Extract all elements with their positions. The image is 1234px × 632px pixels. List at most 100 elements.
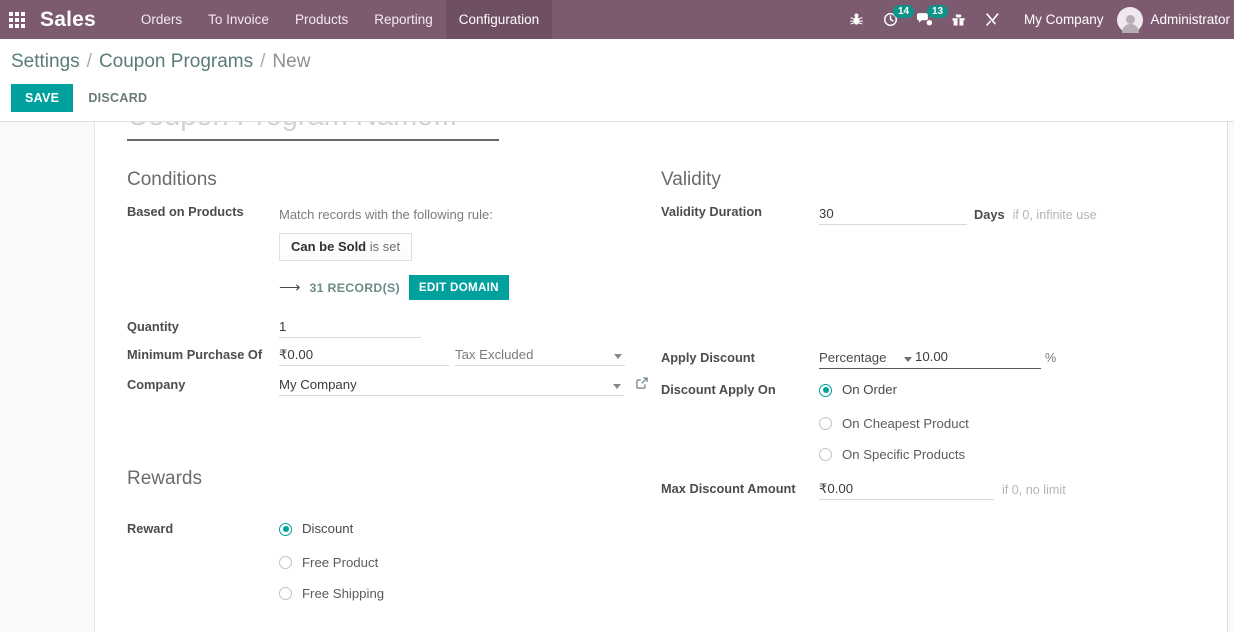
radio-apply-on-specific-products[interactable]: On Specific Products [819,447,1195,462]
radio-reward-discount[interactable]: Discount [279,519,661,539]
validity-duration-hint: if 0, infinite use [1013,208,1097,222]
radio-label-discount: Discount [302,519,661,539]
title-field [127,122,1195,141]
domain-rule-field: Can be Sold [291,239,366,254]
radio-label-on-order: On Order [842,380,1195,400]
discount-type-select[interactable]: Percentage Fixed Amount [819,348,915,367]
records-count-link[interactable]: 31 RECORD(S) [310,281,400,295]
discount-value-group: Percentage Fixed Amount [819,347,1041,369]
rewards-fields: Reward Discount Free Product [127,503,661,601]
avatar [1117,7,1143,33]
radio-label-free-shipping: Free Shipping [302,586,384,601]
breadcrumb-coupon-programs[interactable]: Coupon Programs [99,51,253,73]
radio-apply-on-cheapest-product[interactable]: On Cheapest Product [819,416,1195,431]
user-name-label: Administrator [1143,12,1230,27]
tax-mode-select-wrap: Tax Excluded Tax Included [455,345,625,366]
breadcrumb-settings[interactable]: Settings [11,51,80,73]
main-menu: Orders To Invoice Products Reporting Con… [128,0,552,39]
domain-rule-operator: is set [370,239,400,254]
radio-selected-icon [279,523,292,536]
tools-icon[interactable] [976,0,1010,39]
label-company: Company [127,366,279,396]
form-view-area: Conditions Based on Products Match recor… [0,122,1234,632]
label-apply-discount: Apply Discount [661,332,819,369]
validity-fields: Validity Duration Days if 0, infinite us… [661,204,1195,225]
menu-item-reporting[interactable]: Reporting [361,0,446,39]
field-row-based-on-products: Based on Products Match records with the… [127,204,661,300]
form-groups: Conditions Based on Products Match recor… [127,169,1195,601]
radio-unselected-icon [279,587,292,600]
breadcrumb-separator-1: / [87,51,92,73]
breadcrumb: Settings / Coupon Programs / New [0,51,1234,73]
validity-duration-input[interactable] [819,204,967,225]
label-reward: Reward [127,503,279,601]
discount-fields: Apply Discount Percentage Fixed Amount [661,332,1195,500]
max-discount-amount-input[interactable] [819,479,994,500]
radio-reward-free-shipping[interactable]: Free Shipping [279,586,661,601]
radio-reward-free-product[interactable]: Free Product [279,555,661,570]
external-link-icon[interactable] [635,376,649,395]
radio-label-free-product: Free Product [302,555,378,570]
apps-menu-button[interactable] [0,0,34,39]
percent-sign-label: % [1045,351,1056,365]
radio-label-on-specific-products: On Specific Products [842,447,965,462]
field-row-max-discount: Max Discount Amount if 0, no limit [661,462,1195,500]
label-minimum-purchase: Minimum Purchase Of [127,338,279,366]
activity-clock-icon[interactable]: 14 [874,0,908,39]
navbar-right-tools: 14 13 My Company [840,0,1234,39]
save-button[interactable]: SAVE [11,84,73,112]
field-row-apply-discount: Apply Discount Percentage Fixed Amount [661,332,1195,369]
discount-value-input[interactable] [915,347,1003,367]
company-select-wrap: My Company [279,375,624,396]
app-brand-sales[interactable]: Sales [34,0,108,39]
radio-unselected-icon [279,556,292,569]
radio-unselected-icon [819,448,832,461]
domain-match-text: Match records with the following rule: [279,204,661,226]
left-column: Conditions Based on Products Match recor… [127,169,661,601]
breadcrumb-separator-2: / [260,51,265,73]
company-select[interactable]: My Company [279,375,624,395]
user-menu[interactable]: Administrator [1117,7,1234,33]
domain-actions: ⟶ 31 RECORD(S) EDIT DOMAIN [279,275,661,300]
messages-icon[interactable]: 13 [908,0,942,39]
bug-icon[interactable] [840,0,874,39]
discard-button[interactable]: DISCARD [77,84,158,112]
quantity-input[interactable] [279,317,421,338]
radio-unselected-icon [819,417,832,430]
menu-item-configuration[interactable]: Configuration [446,0,552,39]
rewards-heading: Rewards [127,468,661,490]
form-sheet: Conditions Based on Products Match recor… [94,122,1228,632]
tax-mode-select[interactable]: Tax Excluded Tax Included [455,345,625,365]
conditions-heading: Conditions [127,169,661,191]
right-column: Validity Validity Duration Days if 0, in… [661,169,1195,601]
label-quantity: Quantity [127,300,279,338]
company-switcher[interactable]: My Company [1010,12,1118,27]
edit-domain-button[interactable]: EDIT DOMAIN [409,275,509,300]
menu-item-products[interactable]: Products [282,0,361,39]
control-panel: Settings / Coupon Programs / New SAVE DI… [0,39,1234,122]
minimum-purchase-input[interactable] [279,345,449,366]
label-max-discount-amount: Max Discount Amount [661,462,819,500]
menu-item-to-invoice[interactable]: To Invoice [195,0,282,39]
label-discount-apply-on: Discount Apply On [661,369,819,462]
validity-duration-suffix: Days [974,207,1005,222]
validity-heading: Validity [661,169,1195,191]
arrow-right-icon: ⟶ [279,280,301,295]
gift-icon[interactable] [942,0,976,39]
field-row-minimum-purchase: Minimum Purchase Of Tax Excluded Tax Inc… [127,338,661,366]
conditions-fields: Based on Products Match records with the… [127,204,661,396]
domain-rule-chip[interactable]: Can be Sold is set [279,233,412,261]
top-navbar: Sales Orders To Invoice Products Reporti… [0,0,1234,39]
menu-item-orders[interactable]: Orders [128,0,195,39]
label-validity-duration: Validity Duration [661,204,819,225]
radio-label-on-cheapest-product: On Cheapest Product [842,416,969,431]
field-row-discount-apply-on: Discount Apply On On Order On Cheapest P… [661,369,1195,462]
coupon-program-name-input[interactable] [127,122,499,141]
radio-apply-on-order[interactable]: On Order [819,380,1195,400]
radio-selected-icon [819,384,832,397]
field-row-reward: Reward Discount Free Product [127,503,661,601]
max-discount-hint: if 0, no limit [1002,483,1066,497]
field-row-company: Company My Company [127,366,661,396]
breadcrumb-current-new: New [272,51,310,73]
discount-type-select-wrap: Percentage Fixed Amount [819,348,915,367]
